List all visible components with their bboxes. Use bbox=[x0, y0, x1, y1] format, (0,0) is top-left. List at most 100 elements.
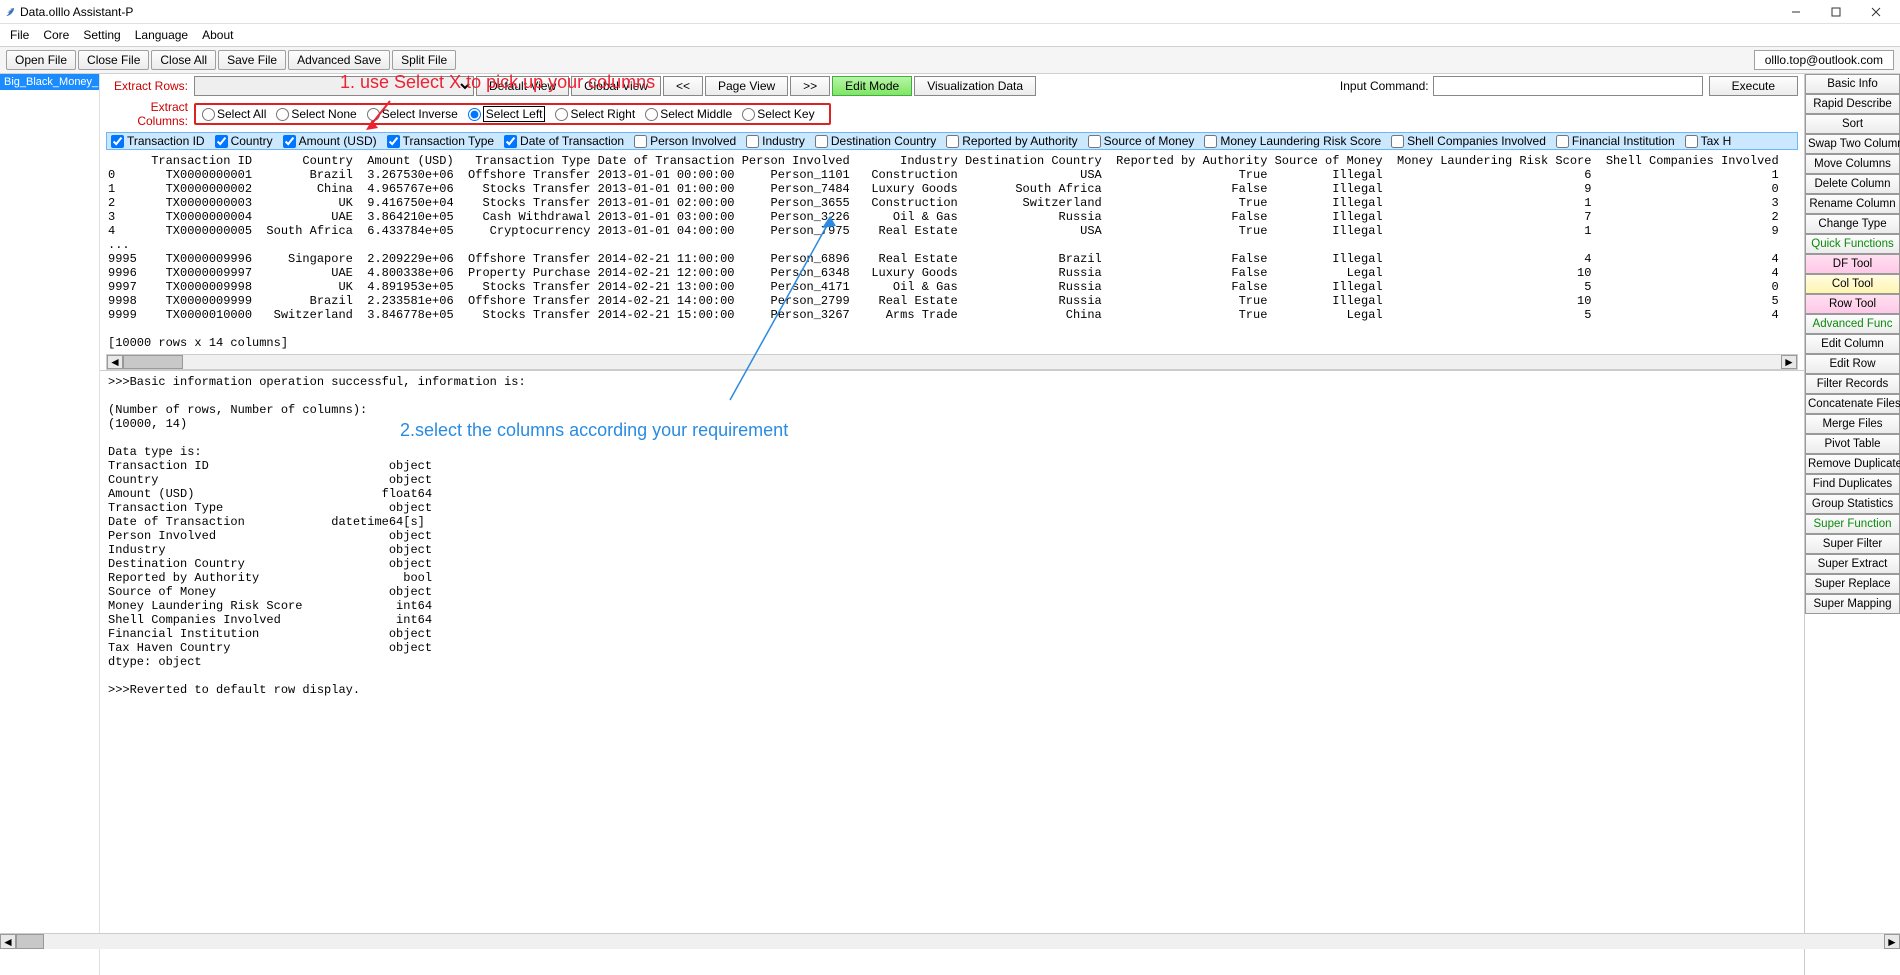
column-check-4[interactable]: Date of Transaction bbox=[504, 134, 624, 148]
column-check-10[interactable]: Money Laundering Risk Score bbox=[1204, 134, 1381, 148]
column-check-2[interactable]: Amount (USD) bbox=[283, 134, 377, 148]
sidebar-remove-duplicates[interactable]: Remove Duplicates bbox=[1805, 454, 1900, 474]
sidebar-quick-functions[interactable]: Quick Functions bbox=[1805, 234, 1900, 254]
input-command-label: Input Command: bbox=[1340, 79, 1429, 93]
column-check-12[interactable]: Financial Institution bbox=[1556, 134, 1675, 148]
column-check-6[interactable]: Industry bbox=[746, 134, 805, 148]
data-table: Transaction ID Country Amount (USD) Tran… bbox=[100, 150, 1804, 354]
file-toolbar: Open File Close File Close All Save File… bbox=[0, 46, 1900, 74]
execute-button[interactable]: Execute bbox=[1709, 76, 1798, 96]
extract-rows-dropdown[interactable] bbox=[194, 76, 474, 96]
prev-page-button[interactable]: << bbox=[663, 76, 703, 96]
column-check-13[interactable]: Tax H bbox=[1685, 134, 1732, 148]
app-icon bbox=[4, 5, 16, 19]
page-view-button[interactable]: Page View bbox=[705, 76, 788, 96]
close-all-button[interactable]: Close All bbox=[151, 50, 216, 70]
menubar: File Core Setting Language About bbox=[0, 24, 1900, 46]
edit-mode-button[interactable]: Edit Mode bbox=[832, 76, 912, 96]
split-file-button[interactable]: Split File bbox=[392, 50, 456, 70]
save-file-button[interactable]: Save File bbox=[218, 50, 286, 70]
select-all-radio[interactable]: Select All bbox=[202, 107, 266, 121]
next-page-button[interactable]: >> bbox=[790, 76, 830, 96]
file-tabs-panel: Big_Black_Money_Data bbox=[0, 74, 100, 975]
scroll-left-icon[interactable]: ◄ bbox=[107, 355, 123, 369]
column-check-11[interactable]: Shell Companies Involved bbox=[1391, 134, 1546, 148]
input-command-field[interactable] bbox=[1433, 76, 1703, 96]
window-title: Data.olllo Assistant-P bbox=[20, 5, 1776, 19]
sidebar-move-columns[interactable]: Move Columns bbox=[1805, 154, 1900, 174]
info-panel: >>>Basic information operation successfu… bbox=[100, 370, 1804, 975]
maximize-button[interactable] bbox=[1816, 1, 1856, 23]
menu-core[interactable]: Core bbox=[43, 28, 69, 42]
column-check-7[interactable]: Destination Country bbox=[815, 134, 936, 148]
minimize-button[interactable] bbox=[1776, 1, 1816, 23]
sidebar-edit-column[interactable]: Edit Column bbox=[1805, 334, 1900, 354]
column-checkboxes: Transaction ID Country Amount (USD) Transac… bbox=[106, 132, 1798, 150]
visualization-button[interactable]: Visualization Data bbox=[914, 76, 1036, 96]
default-view-button[interactable]: Default View bbox=[476, 76, 569, 96]
sidebar-delete-column[interactable]: Delete Column bbox=[1805, 174, 1900, 194]
sidebar-swap-two-columns[interactable]: Swap Two Columns bbox=[1805, 134, 1900, 154]
sidebar-row-tool[interactable]: Row Tool bbox=[1805, 294, 1900, 314]
sidebar-super-function[interactable]: Super Function bbox=[1805, 514, 1900, 534]
scroll-right-icon[interactable]: ► bbox=[1781, 355, 1797, 369]
select-right-radio[interactable]: Select Right bbox=[555, 107, 635, 121]
right-sidebar: Basic InfoRapid DescribeSortSwap Two Col… bbox=[1804, 74, 1900, 975]
menu-file[interactable]: File bbox=[10, 28, 29, 42]
sidebar-basic-info[interactable]: Basic Info bbox=[1805, 74, 1900, 94]
column-check-3[interactable]: Transaction Type bbox=[387, 134, 494, 148]
file-tab[interactable]: Big_Black_Money_Data bbox=[0, 74, 99, 90]
sidebar-rapid-describe[interactable]: Rapid Describe bbox=[1805, 94, 1900, 114]
extract-rows-bar: Extract Rows: Default View Global View <… bbox=[100, 74, 1804, 98]
scroll-thumb[interactable] bbox=[123, 355, 183, 369]
column-check-5[interactable]: Person Involved bbox=[634, 134, 736, 148]
open-file-button[interactable]: Open File bbox=[6, 50, 76, 70]
sidebar-filter-records[interactable]: Filter Records bbox=[1805, 374, 1900, 394]
sidebar-pivot-table[interactable]: Pivot Table bbox=[1805, 434, 1900, 454]
sidebar-concatenate-files[interactable]: Concatenate Files bbox=[1805, 394, 1900, 414]
footer-scroll-right-icon[interactable]: ► bbox=[1884, 934, 1900, 949]
sidebar-merge-files[interactable]: Merge Files bbox=[1805, 414, 1900, 434]
sidebar-edit-row[interactable]: Edit Row bbox=[1805, 354, 1900, 374]
horizontal-scrollbar[interactable]: ◄ ► bbox=[106, 354, 1798, 370]
sidebar-col-tool[interactable]: Col Tool bbox=[1805, 274, 1900, 294]
column-check-1[interactable]: Country bbox=[215, 134, 273, 148]
sidebar-sort[interactable]: Sort bbox=[1805, 114, 1900, 134]
global-view-button[interactable]: Global View bbox=[571, 76, 661, 96]
select-left-radio[interactable]: Select Left bbox=[468, 106, 546, 122]
footer-scrollbar[interactable]: ◄ ► bbox=[0, 933, 1900, 949]
advanced-save-button[interactable]: Advanced Save bbox=[288, 50, 390, 70]
footer-scroll-thumb[interactable] bbox=[16, 934, 44, 949]
sidebar-super-mapping[interactable]: Super Mapping bbox=[1805, 594, 1900, 614]
data-view: Transaction ID Country Amount (USD) Tran… bbox=[100, 150, 1804, 975]
extract-columns-bar: Extract Columns: Select All Select None … bbox=[100, 98, 1804, 130]
titlebar: Data.olllo Assistant-P bbox=[0, 0, 1900, 24]
column-check-8[interactable]: Reported by Authority bbox=[946, 134, 1077, 148]
sidebar-super-replace[interactable]: Super Replace bbox=[1805, 574, 1900, 594]
sidebar-rename-column[interactable]: Rename Column bbox=[1805, 194, 1900, 214]
sidebar-find-duplicates[interactable]: Find Duplicates bbox=[1805, 474, 1900, 494]
close-file-button[interactable]: Close File bbox=[78, 50, 149, 70]
select-middle-radio[interactable]: Select Middle bbox=[645, 107, 732, 121]
menu-setting[interactable]: Setting bbox=[83, 28, 120, 42]
extract-columns-label: Extract Columns: bbox=[106, 100, 194, 128]
sidebar-super-filter[interactable]: Super Filter bbox=[1805, 534, 1900, 554]
select-inverse-radio[interactable]: Select Inverse bbox=[367, 107, 458, 121]
select-key-radio[interactable]: Select Key bbox=[742, 107, 814, 121]
extract-rows-label: Extract Rows: bbox=[106, 79, 194, 93]
column-check-9[interactable]: Source of Money bbox=[1088, 134, 1195, 148]
column-select-radios: Select All Select None Select Inverse Se… bbox=[194, 103, 831, 125]
menu-language[interactable]: Language bbox=[135, 28, 188, 42]
sidebar-super-extract[interactable]: Super Extract bbox=[1805, 554, 1900, 574]
sidebar-group-statistics[interactable]: Group Statistics bbox=[1805, 494, 1900, 514]
sidebar-change-type[interactable]: Change Type bbox=[1805, 214, 1900, 234]
main-panel: Extract Rows: Default View Global View <… bbox=[100, 74, 1804, 975]
close-button[interactable] bbox=[1856, 1, 1896, 23]
footer-scroll-left-icon[interactable]: ◄ bbox=[0, 934, 16, 949]
column-check-0[interactable]: Transaction ID bbox=[111, 134, 205, 148]
select-none-radio[interactable]: Select None bbox=[276, 107, 356, 121]
sidebar-advanced-func[interactable]: Advanced Func bbox=[1805, 314, 1900, 334]
account-email: olllo.top@outlook.com bbox=[1754, 50, 1894, 70]
sidebar-df-tool[interactable]: DF Tool bbox=[1805, 254, 1900, 274]
menu-about[interactable]: About bbox=[202, 28, 233, 42]
